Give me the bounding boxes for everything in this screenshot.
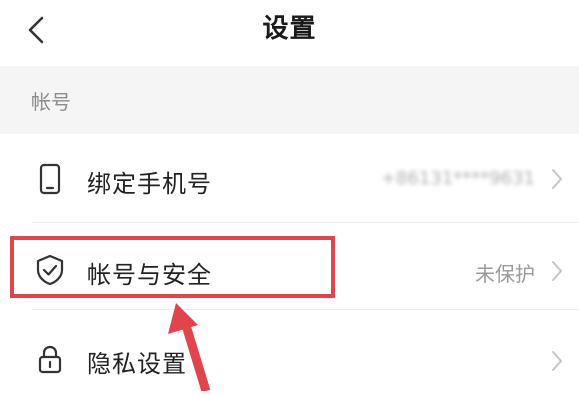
top-bar: 设置 (0, 0, 579, 62)
lock-icon (33, 342, 67, 376)
bind-phone-label: 绑定手机号 (87, 170, 212, 198)
privacy-settings-label: 隐私设置 (87, 350, 187, 378)
phone-icon (33, 162, 67, 196)
bind-phone-row[interactable]: 绑定手机号 +86131****9631 (0, 136, 579, 222)
protection-status: 未保护 (475, 262, 535, 286)
chevron-right-icon (547, 348, 567, 374)
section-label: 帐号 (31, 90, 71, 114)
chevron-right-icon (547, 258, 567, 284)
page-title: 设置 (262, 14, 317, 44)
phone-number-value: +86131****9631 (380, 168, 535, 189)
highlight-box (10, 236, 335, 298)
chevron-right-icon (547, 166, 567, 192)
privacy-settings-row[interactable]: 隐私设置 (0, 310, 579, 396)
section-header: 帐号 (0, 66, 579, 134)
